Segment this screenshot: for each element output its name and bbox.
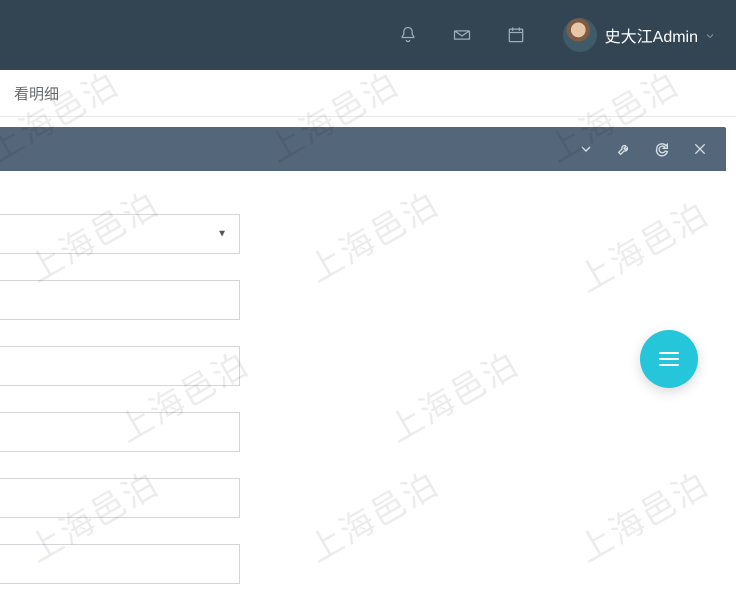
close-icon[interactable] (690, 139, 710, 159)
email-input[interactable]: sina.com (0, 412, 240, 452)
menu-fab[interactable] (640, 330, 698, 388)
user-name[interactable]: 史大江Admin (605, 23, 698, 47)
breadcrumb-tail: 看明细 (14, 83, 59, 104)
field-5-input[interactable] (0, 478, 240, 518)
refresh-icon[interactable] (652, 139, 672, 159)
breadcrumb: 看明细 (0, 70, 736, 117)
panel-toolbar (0, 127, 726, 171)
field-6-input[interactable] (0, 544, 240, 584)
avatar[interactable] (563, 18, 597, 52)
phone-input[interactable]: 65645 (0, 346, 240, 386)
collapse-icon[interactable] (576, 139, 596, 159)
calendar-icon[interactable] (497, 16, 535, 54)
mail-icon[interactable] (443, 16, 481, 54)
hamburger-icon (659, 352, 679, 366)
company-select[interactable]: 白信息科技 (0, 214, 240, 254)
chevron-down-icon[interactable] (704, 29, 716, 41)
wrench-icon[interactable] (614, 139, 634, 159)
nickname-input[interactable]: 的小猪猪 (0, 280, 240, 320)
bell-icon[interactable] (389, 16, 427, 54)
topbar: 史大江Admin (0, 0, 736, 70)
